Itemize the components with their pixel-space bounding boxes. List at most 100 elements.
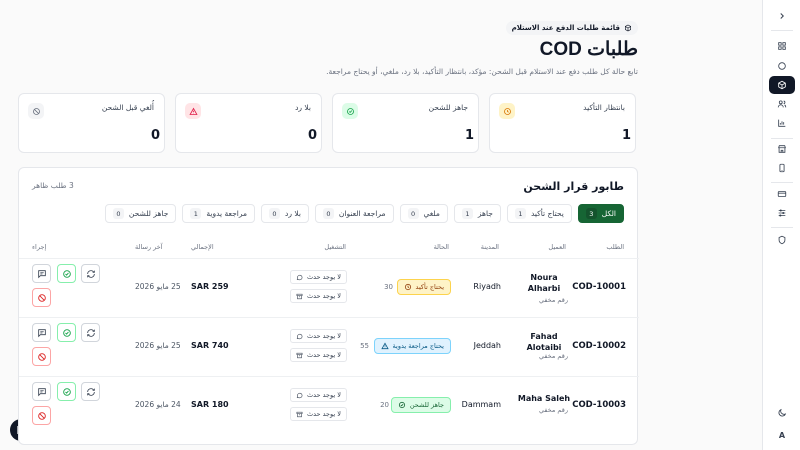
tab-needs-confirmation[interactable]: يحتاج تأكيد 1 xyxy=(506,204,572,223)
message-button[interactable] xyxy=(32,264,51,283)
tab-count: 1 xyxy=(461,208,473,219)
check-circle-icon xyxy=(62,269,71,278)
last-message-date: 24 مايو 2026 xyxy=(135,400,181,409)
tab-count: 3 xyxy=(585,208,597,219)
tab-cancelled[interactable]: ملغي 0 xyxy=(399,204,448,223)
archive-icon xyxy=(296,352,303,358)
status-badge: يحتاج تأكيد xyxy=(396,279,451,295)
column-header-city: المدينة xyxy=(480,243,499,251)
alert-triangle-icon xyxy=(185,103,201,119)
refresh-button[interactable] xyxy=(81,264,100,283)
tab-manual-review[interactable]: مراجعة يدوية 1 xyxy=(182,204,255,223)
stat-label: بانتظار التأكيد xyxy=(583,103,625,112)
tab-label: الكل xyxy=(601,209,616,218)
tab-ready-to-ship[interactable]: جاهز للشحن 0 xyxy=(104,204,177,223)
grid-icon[interactable] xyxy=(769,37,795,55)
confirm-button[interactable] xyxy=(57,323,76,342)
confirm-button[interactable] xyxy=(57,264,76,283)
stat-label: بلا رد xyxy=(295,103,311,112)
stat-value: 0 xyxy=(308,128,318,143)
operation-label: لا يوجد حدث xyxy=(307,332,341,340)
message-square-icon xyxy=(37,387,46,396)
message-button[interactable] xyxy=(32,382,51,401)
tab-all[interactable]: الكل 3 xyxy=(577,204,624,223)
column-header-customer: العميل xyxy=(548,243,566,251)
phone-icon[interactable] xyxy=(769,159,795,177)
customer-phone: رقم مخفي xyxy=(538,352,568,360)
panel-title: طابور قرار الشحن xyxy=(523,180,624,193)
check-circle-icon xyxy=(62,328,71,337)
users-icon[interactable] xyxy=(769,95,795,113)
operation-event: لا يوجد حدث xyxy=(290,329,347,343)
archive-icon xyxy=(296,293,303,299)
order-id[interactable]: COD-10003 xyxy=(572,400,626,410)
operation-label: لا يوجد حدث xyxy=(307,391,341,399)
tab-count: 0 xyxy=(112,208,124,219)
refresh-icon xyxy=(86,269,95,278)
refresh-button[interactable] xyxy=(81,323,100,342)
box-icon xyxy=(625,24,631,32)
order-id[interactable]: COD-10001 xyxy=(572,282,626,292)
box-icon[interactable] xyxy=(769,76,795,94)
page-title: طلبات COD xyxy=(539,39,638,60)
last-message-date: 25 مايو 2026 xyxy=(135,282,181,291)
tab-label: بلا رد xyxy=(285,209,301,218)
clock-icon xyxy=(404,283,411,291)
tab-no-reply[interactable]: بلا رد 0 xyxy=(261,204,309,223)
column-header-total: الإجمالي xyxy=(191,243,214,251)
shipping-queue-panel: طابور قرار الشحن 3 طلب ظاهر الكل 3 يحتاج … xyxy=(18,167,639,445)
sliders-icon[interactable] xyxy=(769,204,795,222)
card-icon[interactable] xyxy=(769,185,795,203)
chart-icon[interactable] xyxy=(769,114,795,132)
check-circle-icon xyxy=(62,387,71,396)
tab-label: يحتاج تأكيد xyxy=(530,209,564,218)
order-total: SAR 180 xyxy=(191,400,229,409)
sidebar-rail: A xyxy=(762,0,800,450)
operation-label: لا يوجد حدث xyxy=(307,351,341,359)
refresh-button[interactable] xyxy=(81,382,100,401)
store-icon[interactable] xyxy=(769,140,795,158)
risk-score: 55 xyxy=(360,342,369,350)
circle-icon[interactable] xyxy=(769,57,795,75)
check-circle-icon xyxy=(342,103,358,119)
order-id[interactable]: COD-10002 xyxy=(572,341,626,351)
stat-card-pending: بانتظار التأكيد 1 xyxy=(489,93,636,153)
operation-label: لا يوجد حدث xyxy=(307,292,341,300)
shield-icon[interactable] xyxy=(769,231,795,249)
ban-icon xyxy=(37,352,46,361)
refresh-icon xyxy=(86,328,95,337)
cancel-button[interactable] xyxy=(32,406,51,425)
stat-value: 1 xyxy=(465,128,475,143)
order-city: Riyadh xyxy=(473,282,501,291)
clock-icon xyxy=(499,103,515,119)
chevron-right-icon[interactable] xyxy=(769,7,795,25)
risk-score: 20 xyxy=(380,401,389,409)
message-button[interactable] xyxy=(32,323,51,342)
visible-count: 3 طلب ظاهر xyxy=(32,181,74,190)
tab-count: 0 xyxy=(407,208,419,219)
avatar-letter: A xyxy=(778,430,786,440)
tab-count: 0 xyxy=(322,208,334,219)
operation-event: لا يوجد حدث xyxy=(290,407,347,421)
tab-label: مراجعة يدوية xyxy=(206,209,247,218)
tab-address-review[interactable]: مراجعة العنوان 0 xyxy=(314,204,394,223)
divider xyxy=(771,227,793,228)
message-circle-icon xyxy=(296,274,303,280)
message-circle-icon xyxy=(296,333,303,339)
column-header-status: الحالة xyxy=(433,243,449,251)
status-badge: جاهز للشحن xyxy=(390,397,451,413)
operation-event: لا يوجد حدث xyxy=(290,348,347,362)
filter-tabs: الكل 3 يحتاج تأكيد 1 جاهز 1 ملغي 0 مراجعة ال… xyxy=(104,204,624,223)
check-circle-icon xyxy=(398,401,405,409)
message-square-icon xyxy=(37,328,46,337)
confirm-button[interactable] xyxy=(57,382,76,401)
cancel-button[interactable] xyxy=(32,347,51,366)
user-avatar[interactable]: A xyxy=(769,426,795,444)
column-header-action: إجراء xyxy=(32,243,47,251)
stat-label: جاهز للشحن xyxy=(428,103,468,112)
table-row: COD-10002 Fahad Alotaibi رقم مخفي Jeddah… xyxy=(19,318,639,376)
moon-icon[interactable] xyxy=(769,404,795,422)
tab-ready[interactable]: جاهز 1 xyxy=(453,204,501,223)
cancel-button[interactable] xyxy=(32,288,51,307)
operation-event: لا يوجد حدث xyxy=(290,289,347,303)
